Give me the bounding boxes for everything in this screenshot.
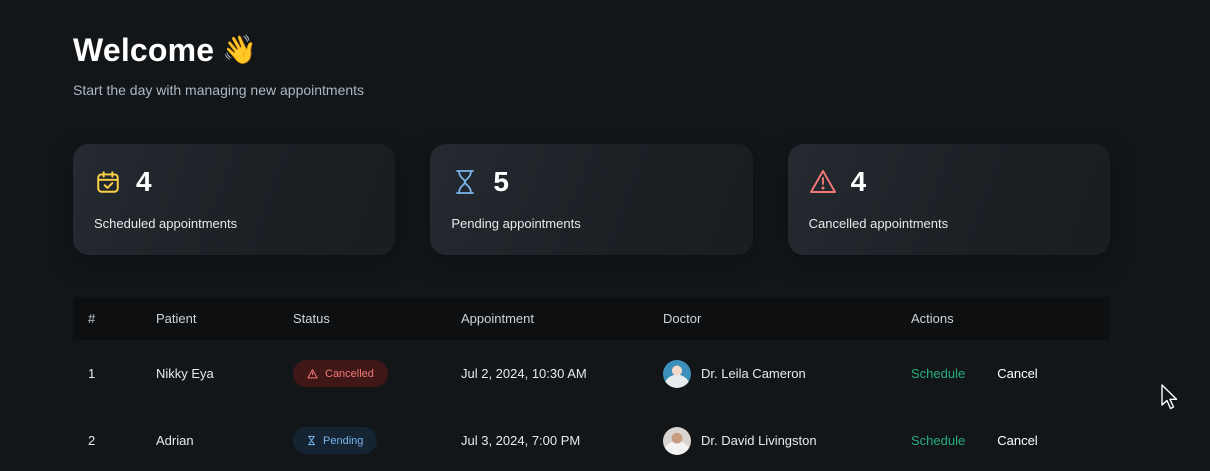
doctor-cell: Dr. Leila Cameron [663, 359, 911, 388]
doctor-name: Dr. David Livingston [701, 433, 817, 448]
column-header-actions: Actions [911, 311, 954, 326]
calendar-check-icon [94, 168, 122, 196]
patient-name: Adrian [156, 433, 194, 448]
row-number: 2 [88, 433, 96, 448]
cancel-button[interactable]: Cancel [997, 433, 1037, 448]
page-subtitle: Start the day with managing new appointm… [73, 82, 365, 98]
appointment-datetime: Jul 3, 2024, 7:00 PM [461, 433, 581, 448]
doctor-cell: Dr. David Livingston [663, 426, 911, 455]
stat-cards: 4 Scheduled appointments 5 Pending appoi… [73, 144, 1110, 255]
page-title-text: Welcome [73, 32, 215, 68]
cancel-button[interactable]: Cancel [997, 366, 1037, 381]
table-row: 2 Adrian Pending Jul 3, 2024, 7:00 PM Dr… [73, 407, 1110, 471]
mouse-cursor-icon [1161, 384, 1178, 410]
status-badge-label: Cancelled [325, 367, 374, 380]
column-header-status: Status [293, 311, 330, 326]
status-badge-label: Pending [323, 434, 364, 447]
stat-card-scheduled: 4 Scheduled appointments [73, 144, 396, 255]
doctor-avatar [663, 359, 691, 388]
admin-dashboard: Welcome 👋 Start the day with managing ne… [0, 0, 1210, 471]
warning-triangle-icon [809, 168, 837, 196]
welcome-header: Welcome 👋 Start the day with managing ne… [73, 30, 364, 98]
stat-value-scheduled: 4 [136, 166, 152, 197]
warning-triangle-icon [307, 368, 318, 378]
table-header-row: # Patient Status Appointment Doctor Acti… [73, 297, 1110, 340]
stat-label-pending: Pending appointments [451, 216, 581, 231]
stat-label-cancelled: Cancelled appointments [808, 216, 949, 231]
doctor-name: Dr. Leila Cameron [701, 366, 806, 381]
column-header-patient: Patient [156, 311, 197, 326]
status-badge-pending: Pending [293, 427, 378, 454]
row-number: 1 [88, 366, 96, 381]
hourglass-icon [451, 168, 479, 196]
stat-value-cancelled: 4 [850, 166, 867, 197]
column-header-appointment: Appointment [461, 311, 534, 326]
row-actions: Schedule Cancel [911, 433, 1110, 448]
status-badge-cancelled: Cancelled [293, 360, 388, 387]
stat-card-cancelled: 4 Cancelled appointments [787, 144, 1110, 255]
hourglass-icon [308, 435, 315, 446]
schedule-button[interactable]: Schedule [911, 366, 965, 381]
appointment-datetime: Jul 2, 2024, 10:30 AM [461, 366, 587, 381]
doctor-avatar [663, 426, 691, 455]
stat-label-scheduled: Scheduled appointments [94, 216, 238, 231]
appointments-table: # Patient Status Appointment Doctor Acti… [73, 297, 1110, 471]
patient-name: Nikky Eya [156, 366, 214, 381]
row-actions: Schedule Cancel [911, 366, 1110, 381]
schedule-button[interactable]: Schedule [911, 433, 965, 448]
table-row: 1 Nikky Eya Cancelled Jul 2, 2024, 10:30… [73, 340, 1110, 407]
column-header-doctor: Doctor [663, 311, 702, 326]
page-title: Welcome 👋 [73, 30, 364, 70]
stat-value-pending: 5 [493, 166, 509, 197]
stat-card-pending: 5 Pending appointments [430, 144, 753, 255]
column-header-number: # [88, 311, 96, 326]
waving-hand-icon: 👋 [222, 34, 258, 65]
